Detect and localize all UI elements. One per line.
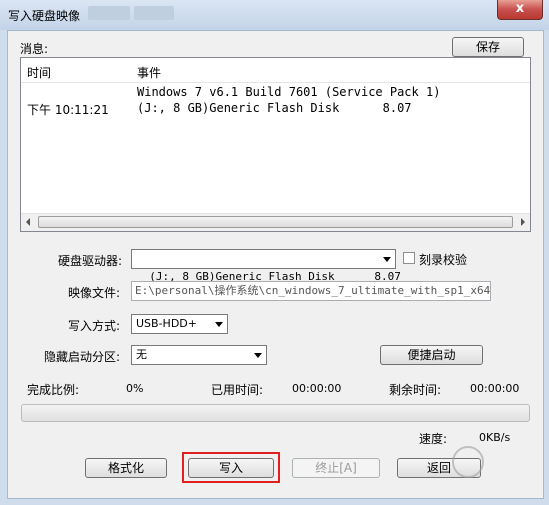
close-icon: x xyxy=(515,1,525,16)
done-label: 完成比例: xyxy=(27,383,80,397)
format-button[interactable]: 格式化 xyxy=(85,458,167,478)
column-event[interactable]: 事件 xyxy=(137,64,161,81)
write-button[interactable]: 写入 xyxy=(188,458,274,478)
title-bar: 写入硬盘映像 x xyxy=(0,0,549,30)
remaining-value: 00:00:00 xyxy=(470,382,520,395)
write-mode-value: USB-HDD+ xyxy=(136,317,197,330)
write-mode-select[interactable]: USB-HDD+ xyxy=(131,314,228,334)
elapsed-label: 已用时间: xyxy=(211,383,264,397)
log-event: (J:, 8 GB)Generic Flash Disk 8.07 xyxy=(137,101,412,115)
chevron-down-icon xyxy=(383,257,391,262)
quick-boot-button[interactable]: 便捷启动 xyxy=(380,345,483,365)
chevron-down-icon xyxy=(215,322,223,327)
log-event: Windows 7 v6.1 Build 7601 (Service Pack … xyxy=(137,85,441,99)
message-log[interactable]: 时间 事件 Windows 7 v6.1 Build 7601 (Service… xyxy=(20,57,531,232)
verify-checkbox[interactable] xyxy=(403,252,415,264)
stop-button: 终止[A] xyxy=(292,458,380,478)
image-file-path: E:\personal\操作系统\cn_windows_7_ultimate_w… xyxy=(135,284,491,297)
log-row[interactable]: 下午 10:11:21 (J:, 8 GB)Generic Flash Disk… xyxy=(21,100,530,117)
hidden-partition-value: 无 xyxy=(136,348,147,361)
image-file-field[interactable]: E:\personal\操作系统\cn_windows_7_ultimate_w… xyxy=(131,281,491,301)
hidden-partition-select[interactable]: 无 xyxy=(131,345,267,365)
speed-label: 速度: xyxy=(419,432,448,446)
log-time: 下午 10:11:21 xyxy=(27,103,109,117)
verify-label: 刻录校验 xyxy=(419,253,468,267)
blurred-menu-item xyxy=(134,6,174,20)
messages-label: 消息: xyxy=(20,42,49,56)
column-time[interactable]: 时间 xyxy=(27,64,51,81)
elapsed-value: 00:00:00 xyxy=(292,382,342,395)
log-header: 时间 事件 xyxy=(21,58,530,83)
remaining-label: 剩余时间: xyxy=(389,383,442,397)
scroll-thumb[interactable] xyxy=(38,216,513,228)
drive-label: 硬盘驱动器: xyxy=(58,254,123,268)
speed-value: 0KB/s xyxy=(479,431,511,444)
log-row[interactable]: Windows 7 v6.1 Build 7601 (Service Pack … xyxy=(21,84,530,100)
write-mode-label: 写入方式: xyxy=(68,319,121,333)
progress-bar xyxy=(21,404,530,422)
drive-select[interactable]: (J:, 8 GB)Generic Flash Disk 8.07 xyxy=(131,249,401,283)
save-button[interactable]: 保存 xyxy=(452,37,524,57)
close-button[interactable]: x xyxy=(497,0,543,20)
image-file-label: 映像文件: xyxy=(68,286,121,300)
chevron-down-icon xyxy=(254,353,262,358)
hidden-partition-label: 隐藏启动分区: xyxy=(44,350,121,364)
scroll-right-icon[interactable] xyxy=(521,218,525,226)
watermark-logo xyxy=(452,446,484,478)
window-title: 写入硬盘映像 xyxy=(8,9,81,23)
scroll-left-icon[interactable] xyxy=(26,218,30,226)
done-value: 0% xyxy=(126,382,144,395)
blurred-menu-item xyxy=(88,6,130,20)
horizontal-scrollbar[interactable] xyxy=(21,213,530,231)
